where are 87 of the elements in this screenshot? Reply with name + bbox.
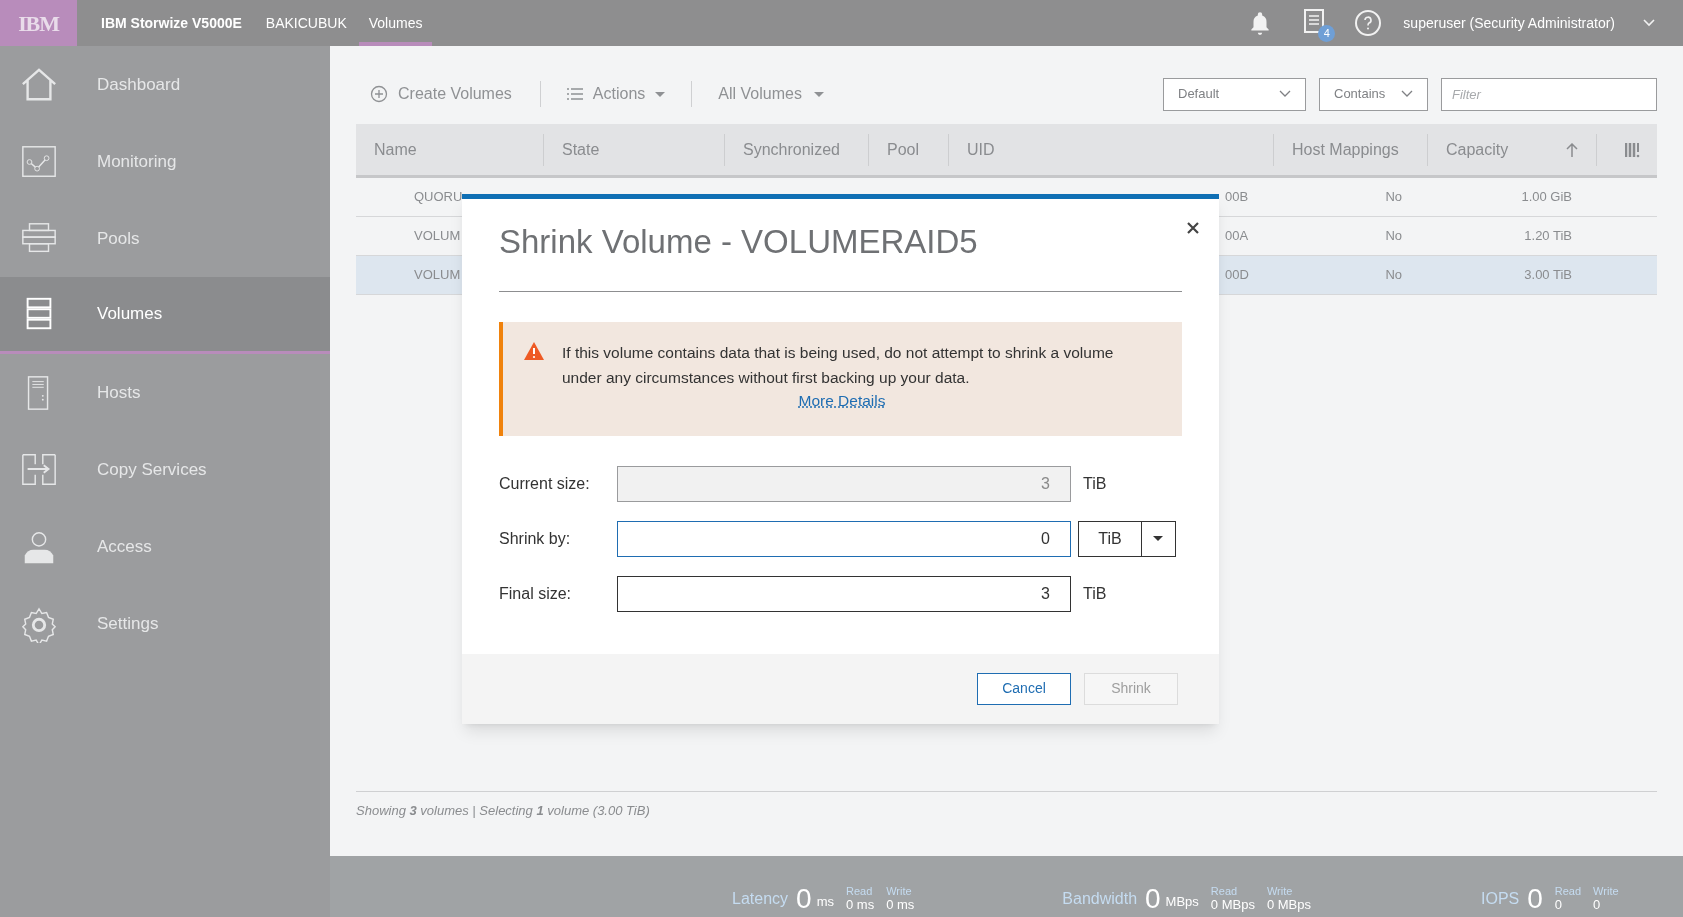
- metric-subvalue: 0: [1593, 898, 1602, 911]
- field-label: Final size:: [499, 583, 573, 604]
- metric-subvalue: 0 ms: [845, 898, 875, 911]
- clipboard-icon[interactable]: [1303, 8, 1326, 34]
- column-header[interactable]: Synchronized: [725, 133, 869, 166]
- caret-icon: [813, 91, 824, 97]
- table-cell: VOLUM: [414, 228, 461, 244]
- caret-icon: [655, 91, 666, 97]
- metric-sublabel: Write: [886, 885, 913, 898]
- metric-sublabel: Write: [1266, 885, 1294, 898]
- size-field[interactable]: 3: [617, 465, 1071, 502]
- table-cell: 3.00 TiB: [1524, 267, 1572, 283]
- sidebar-item[interactable]: Hosts: [0, 354, 330, 431]
- table-cell: 1.00 GiB: [1521, 189, 1572, 205]
- column-header[interactable]: Capacity: [1428, 133, 1597, 166]
- notification-badge: 4: [1318, 25, 1336, 42]
- unit-label: TiB: [1083, 473, 1107, 494]
- size-field[interactable]: 0: [617, 520, 1071, 557]
- table-cell: No: [1385, 267, 1402, 283]
- close-icon[interactable]: [1186, 221, 1200, 235]
- sidebar-item[interactable]: Pools: [0, 200, 330, 277]
- view-menu[interactable]: All Volumes: [692, 81, 850, 107]
- dropdown[interactable]: Contains: [1319, 77, 1428, 111]
- metric-sublabel: Read: [845, 885, 874, 898]
- metric-unit: ms: [816, 892, 834, 911]
- actions-menu[interactable]: Actions: [540, 81, 693, 107]
- metric-sublabel: Read: [1210, 885, 1239, 898]
- metric-sublabel: Read: [1554, 885, 1582, 898]
- columns-icon[interactable]: [1625, 141, 1641, 158]
- metric-value: 0: [796, 883, 812, 915]
- help-icon[interactable]: [1355, 10, 1382, 36]
- dropdown[interactable]: Default: [1163, 77, 1306, 111]
- chevron-down-icon: [1279, 90, 1291, 98]
- nav-tab[interactable]: Volumes: [358, 0, 433, 46]
- table-cell: No: [1385, 228, 1402, 244]
- unit-dropdown[interactable]: TiB: [1078, 520, 1176, 557]
- table-cell: 00A: [1225, 228, 1249, 244]
- unit-label: TiB: [1083, 583, 1107, 604]
- sidebar-item[interactable]: Copy Services: [0, 431, 330, 508]
- sidebar-item[interactable]: Access: [0, 508, 330, 585]
- column-header[interactable]: UID: [949, 133, 1274, 166]
- field-label: Shrink by:: [499, 528, 572, 549]
- metric-subvalue: 0 ms: [886, 898, 915, 911]
- table-cell: No: [1385, 189, 1402, 205]
- sidebar-item[interactable]: Settings: [0, 585, 330, 662]
- chevron-down-icon: [1401, 90, 1413, 98]
- metric-value: 0: [1145, 883, 1161, 915]
- warning-icon: [523, 340, 545, 361]
- column-header[interactable]: Host Mappings: [1274, 133, 1428, 166]
- create-volumes-button[interactable]: Create Volumes: [356, 81, 541, 107]
- metric-subvalue: 0: [1554, 898, 1564, 911]
- system-name[interactable]: BAKICUBUK: [265, 12, 347, 34]
- column-header[interactable]: Pool: [869, 133, 949, 166]
- brand-logo[interactable]: IBM: [0, 0, 77, 46]
- table-cell: VOLUM: [414, 267, 461, 283]
- table-cell: 1.20 TiB: [1524, 228, 1572, 244]
- table-cell: QUORU: [414, 189, 463, 205]
- metric-subvalue: 0 MBps: [1210, 898, 1255, 911]
- metric-value: 0: [1527, 883, 1543, 915]
- table-cell: 00B: [1225, 189, 1249, 205]
- list-icon: [566, 88, 583, 100]
- sidebar-item[interactable]: Volumes: [0, 277, 330, 354]
- user-menu[interactable]: superuser (Security Administrator): [1403, 12, 1615, 34]
- sidebar-item[interactable]: Dashboard: [0, 46, 330, 123]
- table-cell: 00D: [1225, 267, 1249, 283]
- field-label: Current size:: [499, 473, 591, 494]
- more-details-link[interactable]: More Details: [798, 388, 886, 412]
- caret-icon: [1153, 536, 1163, 541]
- warning-text: If this volume contains data that is being used, do not attempt to shrink a volume under any circumstances without first backing up your data.: [562, 342, 1115, 388]
- metric-label: Bandwidth: [1062, 889, 1138, 909]
- product-name: IBM Storwize V5000E: [101, 13, 242, 33]
- metric-subvalue: 0 MBps: [1266, 898, 1311, 911]
- metric-label: IOPS: [1481, 889, 1520, 909]
- chevron-down-icon[interactable]: [1643, 19, 1655, 27]
- dialog-title: Shrink Volume - VOLUMERAID5: [499, 222, 978, 262]
- plus-circle-icon: [370, 85, 388, 103]
- size-field[interactable]: 3: [617, 575, 1071, 612]
- status-text: Showing 3 volumes | Selecting 1 volume (3.00 TiB): [356, 803, 650, 818]
- column-header[interactable]: Name: [356, 133, 544, 166]
- metric-unit: MBps: [1165, 892, 1199, 911]
- metric-label: Latency: [732, 889, 789, 909]
- dialog-button[interactable]: Cancel: [977, 672, 1071, 705]
- sidebar-item[interactable]: Monitoring: [0, 123, 330, 200]
- column-header[interactable]: State: [544, 133, 725, 166]
- filter-field[interactable]: Filter: [1441, 77, 1657, 111]
- arrow-up-icon: [1566, 142, 1578, 157]
- metric-sublabel: Write: [1593, 885, 1619, 898]
